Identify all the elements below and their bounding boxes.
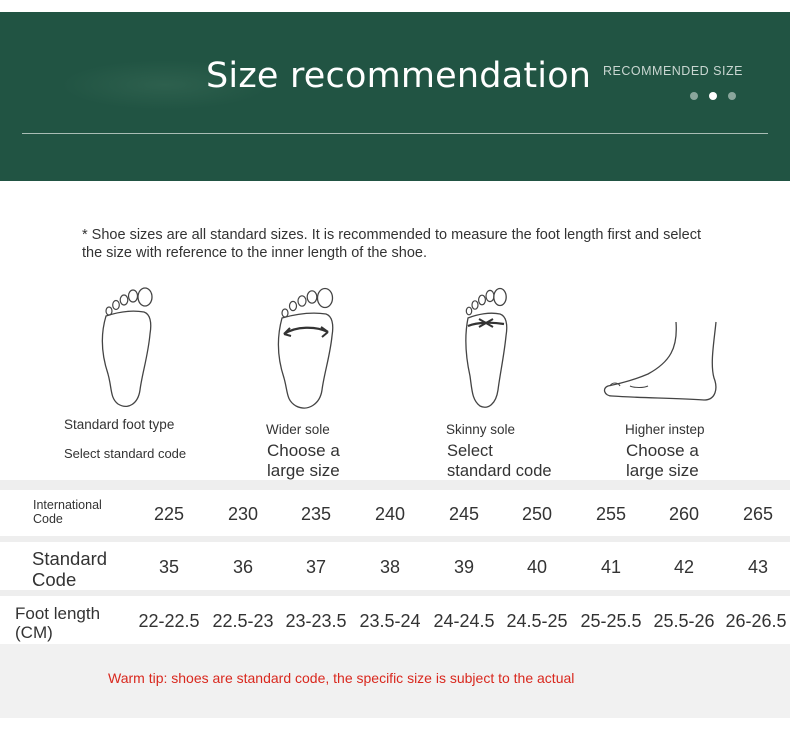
warm-tip-text: Warm tip: shoes are standard code, the s… bbox=[108, 670, 575, 686]
table-cell: 23-23.5 bbox=[285, 611, 347, 631]
top-margin bbox=[0, 0, 790, 12]
size-note: * Shoe sizes are all standard sizes. It … bbox=[82, 227, 701, 261]
pager-dot-1[interactable] bbox=[690, 92, 698, 100]
table-cell: 37 bbox=[305, 557, 327, 577]
table-cell: 43 bbox=[747, 557, 769, 577]
table-cell: 230 bbox=[227, 504, 259, 524]
table-cell: 225 bbox=[153, 504, 185, 524]
table-cell: 255 bbox=[595, 504, 627, 524]
foot-type-2-name: Wider sole bbox=[266, 422, 330, 437]
table-cell: 240 bbox=[374, 504, 406, 524]
table-cell: 22.5-23 bbox=[212, 611, 274, 631]
banner-subtitle: RECOMMENDED SIZE bbox=[603, 64, 743, 78]
table-cell: 39 bbox=[453, 557, 475, 577]
table-row-international: International Code 225 230 235 240 245 2… bbox=[0, 490, 790, 538]
foot-type-4-advice: Choose a large size bbox=[626, 441, 699, 480]
high-instep-foot-icon bbox=[600, 318, 724, 406]
table-cell: 245 bbox=[448, 504, 480, 524]
table-cell: 41 bbox=[600, 557, 622, 577]
table-cell: 24.5-25 bbox=[506, 611, 568, 631]
pager-dot-2[interactable] bbox=[709, 92, 717, 100]
table-row-standard: Standard Code 35 36 37 38 39 40 41 42 43 bbox=[0, 542, 790, 590]
table-separator bbox=[0, 480, 790, 490]
wide-foot-icon bbox=[274, 286, 338, 410]
table-cell: 24-24.5 bbox=[433, 611, 495, 631]
table-cell: 38 bbox=[379, 557, 401, 577]
header-banner: Size recommendation RECOMMENDED SIZE bbox=[0, 12, 790, 181]
table-cell: 40 bbox=[526, 557, 548, 577]
pager-dots bbox=[690, 92, 736, 100]
table-cell: 22-22.5 bbox=[138, 611, 200, 631]
standard-foot-icon bbox=[96, 286, 156, 408]
row-label-standard: Standard Code bbox=[32, 548, 108, 590]
pager-dot-3[interactable] bbox=[728, 92, 736, 100]
table-cell: 35 bbox=[158, 557, 180, 577]
page-title: Size recommendation bbox=[206, 56, 592, 96]
foot-type-3-advice: Select standard code bbox=[447, 442, 552, 480]
warm-tip-box: Warm tip: shoes are standard code, the s… bbox=[0, 644, 790, 718]
table-row-foot-length: Foot length (CM) 22-22.5 22.5-23 23-23.5… bbox=[0, 596, 790, 644]
banner-divider bbox=[22, 133, 768, 134]
foot-type-3-name: Skinny sole bbox=[446, 422, 516, 437]
table-cell: 250 bbox=[521, 504, 553, 524]
foot-type-4-name: Higher instep bbox=[625, 422, 705, 437]
table-cell: 25.5-26 bbox=[653, 611, 715, 631]
table-cell: 36 bbox=[232, 557, 254, 577]
row-label-international: International Code bbox=[33, 498, 102, 526]
table-cell: 23.5-24 bbox=[359, 611, 421, 631]
foot-type-1-advice: Select standard code bbox=[64, 446, 187, 461]
foot-type-2-advice: Choose a large size bbox=[267, 441, 340, 480]
table-cell: 260 bbox=[668, 504, 700, 524]
row-label-foot-length: Foot length (CM) bbox=[15, 604, 101, 642]
foot-type-1-name: Standard foot type bbox=[64, 417, 175, 432]
table-cell: 26-26.5 bbox=[725, 611, 787, 631]
table-cell: 42 bbox=[673, 557, 695, 577]
table-cell: 265 bbox=[742, 504, 774, 524]
skinny-foot-icon bbox=[460, 286, 510, 410]
table-cell: 235 bbox=[300, 504, 332, 524]
table-cell: 25-25.5 bbox=[580, 611, 642, 631]
